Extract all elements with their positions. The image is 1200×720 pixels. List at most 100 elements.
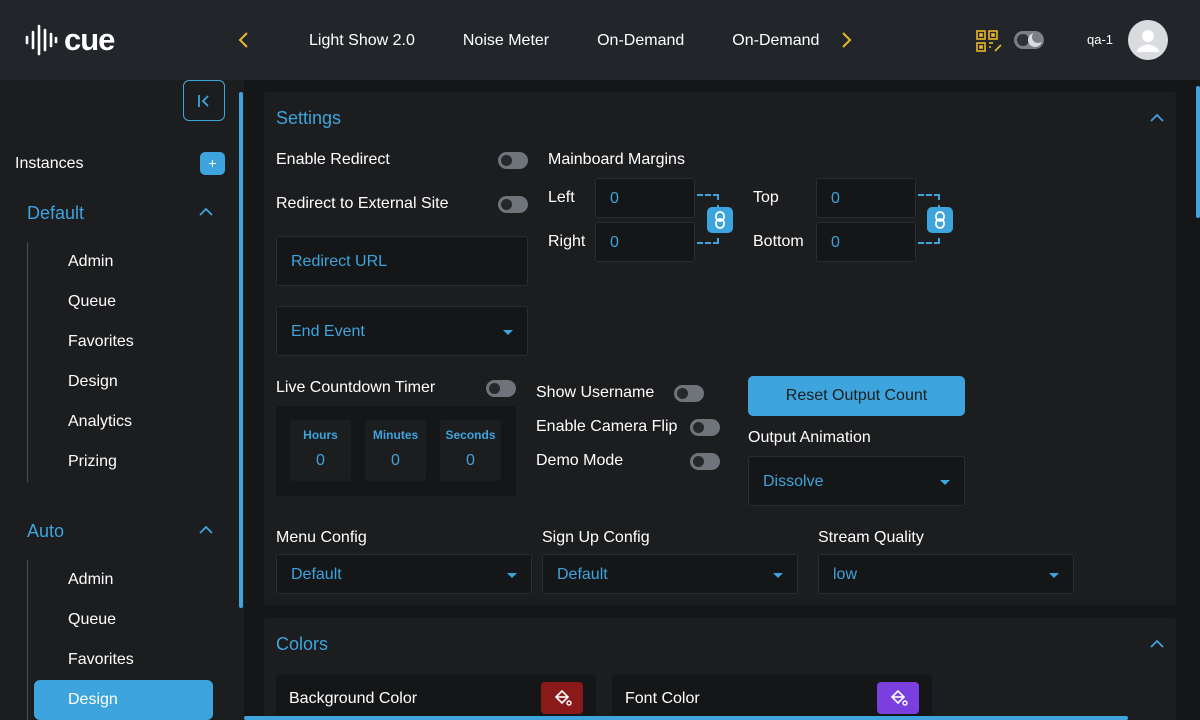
live-countdown-label: Live Countdown Timer xyxy=(276,379,436,396)
sidebar-item-design[interactable]: Design xyxy=(68,372,118,392)
menu-config-value: Default xyxy=(291,566,342,583)
chevron-up-icon[interactable] xyxy=(1150,113,1164,122)
sidebar-item-queue[interactable]: Queue xyxy=(68,610,116,630)
chevron-up-icon[interactable] xyxy=(198,207,214,217)
margin-left-value: 0 xyxy=(610,190,619,207)
sidebar-scrollbar[interactable] xyxy=(239,92,243,608)
margin-right-input[interactable]: 0 xyxy=(595,222,695,262)
signup-config-value: Default xyxy=(557,566,608,583)
avatar[interactable] xyxy=(1128,20,1168,60)
enable-redirect-toggle[interactable] xyxy=(498,152,528,169)
tree-line xyxy=(27,242,28,482)
nav-next-button[interactable] xyxy=(836,28,856,52)
camera-flip-toggle[interactable] xyxy=(690,419,720,436)
margin-top-input[interactable]: 0 xyxy=(816,178,916,218)
seconds-label: Seconds xyxy=(445,428,496,442)
menu-config-select[interactable]: Default xyxy=(276,554,532,594)
end-event-value: End Event xyxy=(291,323,365,340)
tab-on-demand[interactable]: On-Demand xyxy=(597,26,684,56)
hours-value: 0 xyxy=(316,452,325,469)
margin-bottom-value: 0 xyxy=(831,234,840,251)
tab-noise-meter[interactable]: Noise Meter xyxy=(463,26,549,56)
margin-top-label: Top xyxy=(753,189,779,206)
signup-config-label: Sign Up Config xyxy=(542,529,650,546)
hours-label: Hours xyxy=(303,428,338,442)
add-instance-button[interactable]: + xyxy=(200,152,225,175)
camera-flip-label: Enable Camera Flip xyxy=(536,418,678,435)
qr-code-icon[interactable] xyxy=(976,30,1002,56)
settings-card: Settings Enable Redirect Redirect to Ext… xyxy=(264,92,1176,605)
chevron-up-icon[interactable] xyxy=(1150,639,1164,648)
sidebar-item-admin[interactable]: Admin xyxy=(68,252,113,272)
caret-down-icon xyxy=(1049,573,1059,578)
minutes-label: Minutes xyxy=(372,428,419,442)
colors-title: Colors xyxy=(276,634,329,654)
redirect-external-toggle[interactable] xyxy=(498,196,528,213)
collapse-left-icon xyxy=(198,94,209,107)
sidebar-item-design-active[interactable]: Design xyxy=(34,680,213,720)
hours-input[interactable]: Hours 0 xyxy=(290,420,351,481)
user-icon xyxy=(1137,30,1159,52)
colors-card: Colors Background Color Font Color xyxy=(264,618,1176,720)
background-color-swatch[interactable] xyxy=(541,682,583,714)
countdown-timer: Hours 0 Minutes 0 Seconds 0 xyxy=(276,406,516,496)
margin-bottom-label: Bottom xyxy=(753,233,804,250)
output-animation-select[interactable]: Dissolve xyxy=(748,456,965,506)
seconds-value: 0 xyxy=(466,452,475,469)
font-color-label: Font Color xyxy=(625,690,700,707)
live-countdown-toggle[interactable] xyxy=(486,380,516,397)
tab-light-show[interactable]: Light Show 2.0 xyxy=(309,26,415,56)
sidebar-item-analytics[interactable]: Analytics xyxy=(68,412,132,432)
demo-mode-toggle[interactable] xyxy=(690,453,720,470)
caret-down-icon xyxy=(507,573,517,578)
background-color-setting: Background Color xyxy=(276,675,596,720)
mainboard-margins-label: Mainboard Margins xyxy=(548,151,685,168)
stream-quality-select[interactable]: low xyxy=(818,554,1074,594)
reset-output-count-button[interactable]: Reset Output Count xyxy=(748,376,965,416)
settings-title: Settings xyxy=(276,108,342,128)
group-title-default[interactable]: Default xyxy=(27,202,84,224)
link-icon xyxy=(715,211,725,229)
margin-left-input[interactable]: 0 xyxy=(595,178,695,218)
enable-redirect-label: Enable Redirect xyxy=(276,151,390,168)
seconds-input[interactable]: Seconds 0 xyxy=(440,420,501,481)
link-vertical-margins-button[interactable] xyxy=(927,207,953,233)
chevron-right-icon xyxy=(842,32,852,48)
redirect-url-placeholder: Redirect URL xyxy=(291,253,388,270)
chevron-up-icon[interactable] xyxy=(198,525,214,535)
main-horizontal-scrollbar[interactable] xyxy=(244,716,1128,720)
margin-left-label: Left xyxy=(548,189,575,206)
sidebar-item-favorites[interactable]: Favorites xyxy=(68,650,134,670)
sidebar-item-queue[interactable]: Queue xyxy=(68,292,116,312)
chevron-left-icon xyxy=(238,32,248,48)
paint-bucket-icon xyxy=(554,689,572,706)
sidebar-item-prizing[interactable]: Prizing xyxy=(68,452,117,472)
theme-toggle[interactable] xyxy=(1014,31,1044,49)
main-vertical-scrollbar[interactable] xyxy=(1196,86,1200,218)
end-event-select[interactable]: End Event xyxy=(276,306,528,356)
collapse-sidebar-button[interactable] xyxy=(183,80,225,121)
link-icon xyxy=(935,211,945,229)
sidebar-item-favorites[interactable]: Favorites xyxy=(68,332,134,352)
minutes-input[interactable]: Minutes 0 xyxy=(365,420,426,481)
show-username-toggle[interactable] xyxy=(674,385,704,402)
link-horizontal-margins-button[interactable] xyxy=(707,207,733,233)
nav-prev-button[interactable] xyxy=(234,28,254,52)
font-color-swatch[interactable] xyxy=(877,682,919,714)
redirect-url-input[interactable]: Redirect URL xyxy=(276,236,528,286)
output-animation-label: Output Animation xyxy=(748,429,871,446)
stream-quality-label: Stream Quality xyxy=(818,529,924,546)
tab-on-demand-2[interactable]: On-Demand xyxy=(732,26,819,56)
margin-bottom-input[interactable]: 0 xyxy=(816,222,916,262)
sidebar-item-admin[interactable]: Admin xyxy=(68,570,113,590)
font-color-setting: Font Color xyxy=(612,675,932,720)
signup-config-select[interactable]: Default xyxy=(542,554,798,594)
margin-top-value: 0 xyxy=(831,190,840,207)
demo-mode-label: Demo Mode xyxy=(536,452,624,469)
menu-config-label: Menu Config xyxy=(276,529,367,546)
soundwave-icon xyxy=(25,24,58,56)
cue-logo[interactable]: cue xyxy=(24,22,124,58)
group-title-auto[interactable]: Auto xyxy=(27,520,64,542)
background-color-label: Background Color xyxy=(289,690,418,707)
username: qa-1 xyxy=(1087,32,1114,47)
